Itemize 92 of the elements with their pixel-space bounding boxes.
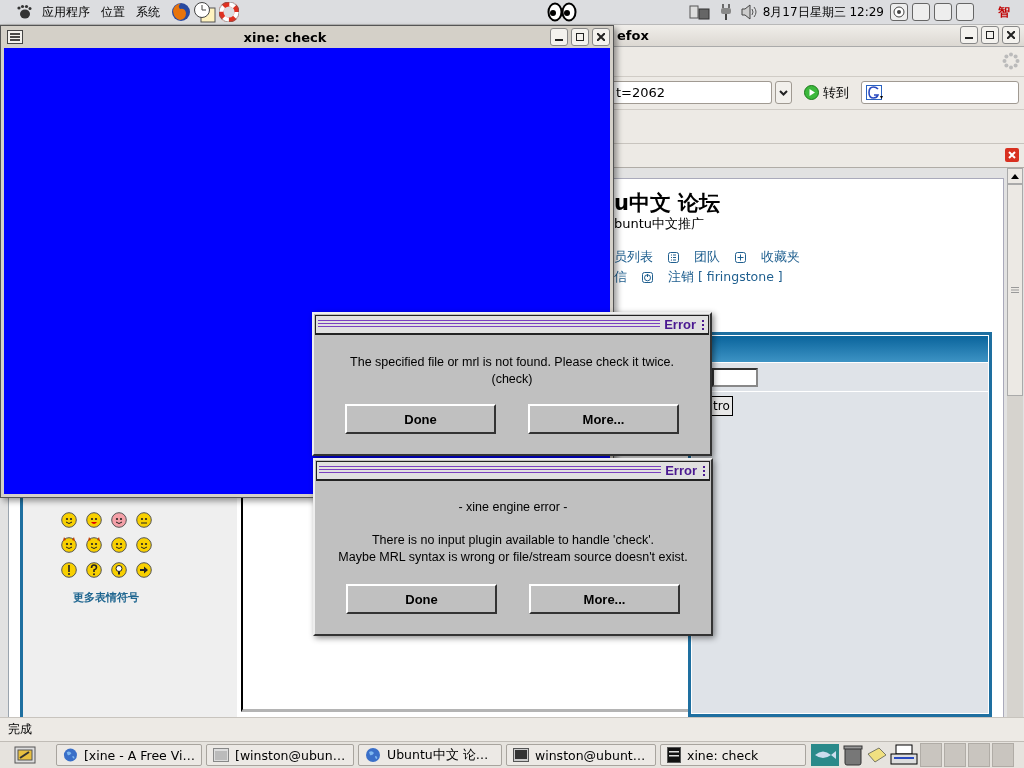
panel-menu[interactable]: 位置 <box>101 3 125 21</box>
taskbar-button[interactable]: [xine - A Free Vi… <box>56 744 202 766</box>
chevron-down-icon <box>779 89 788 96</box>
window-title: efox <box>617 27 649 43</box>
up-arrow-icon[interactable] <box>1011 173 1019 179</box>
maximize-button[interactable] <box>981 26 999 45</box>
nav-link[interactable]: 员列表 <box>614 249 653 266</box>
smiley-icon[interactable] <box>110 537 127 554</box>
radio-icon <box>893 6 905 18</box>
input-field[interactable] <box>712 367 758 387</box>
taskbar-button[interactable]: [winston@ubun… <box>206 744 354 766</box>
error-message: - xine engine error - <box>458 499 568 516</box>
nav-link[interactable]: 信 <box>614 269 627 286</box>
window-icon <box>213 748 229 762</box>
close-button[interactable] <box>1002 26 1020 45</box>
scrollbar-track[interactable] <box>1007 168 1023 718</box>
minimize-button[interactable] <box>960 26 978 45</box>
plug-icon[interactable] <box>718 3 733 21</box>
speaker-icon[interactable] <box>740 4 759 20</box>
video-window-icon <box>667 747 681 763</box>
foot-icon[interactable] <box>16 4 32 20</box>
taskbar-button[interactable]: winston@ubunt… <box>506 744 656 766</box>
panel-clock[interactable]: 8月17日星期三 12:29 <box>762 3 884 21</box>
taskbar-button[interactable]: Ubuntu中文 论… <box>358 744 502 766</box>
dialog-button[interactable]: More... <box>528 404 679 434</box>
window-menu-icon[interactable] <box>7 30 23 44</box>
panel-menu[interactable]: 系统 <box>136 3 160 21</box>
power-icon <box>642 271 653 283</box>
lightbulb-icon[interactable] <box>110 562 127 579</box>
scrollbar-thumb[interactable] <box>1007 184 1023 397</box>
nav-link[interactable]: 收藏夹 <box>761 249 800 266</box>
error-message: The specified file or mrl is not found. Please check it twice. (check) <box>350 354 674 388</box>
lifebuoy-icon[interactable] <box>219 2 239 22</box>
workspace-button[interactable] <box>890 3 908 21</box>
go-button[interactable]: 转到 <box>804 83 849 102</box>
workspace-button[interactable] <box>934 3 952 21</box>
loading-throbber-icon <box>1002 52 1020 71</box>
plus-icon <box>735 251 746 263</box>
dialog-title: Error <box>665 463 697 478</box>
close-tab-icon[interactable] <box>1005 148 1019 163</box>
smiley-icon[interactable] <box>110 512 127 529</box>
search-field[interactable] <box>861 81 1019 105</box>
note-icon[interactable] <box>867 746 887 764</box>
globe-icon <box>63 747 78 763</box>
search-engine-icon[interactable] <box>866 84 886 101</box>
clock-document-icon[interactable] <box>193 1 217 23</box>
smiley-icon[interactable] <box>135 512 152 529</box>
address-field[interactable]: t=2062 <box>614 81 772 105</box>
input-method-indicator[interactable]: 智 <box>998 3 1010 21</box>
network-icon[interactable] <box>688 3 711 21</box>
maximize-icon <box>576 33 584 41</box>
close-icon <box>597 33 605 41</box>
dropdown-button[interactable] <box>775 81 792 105</box>
form-button[interactable]: tro <box>712 396 733 417</box>
close-icon <box>1007 31 1015 40</box>
panel-menu[interactable]: 应用程序 <box>42 3 90 21</box>
status-text: 完成 <box>8 721 32 739</box>
dialog-button[interactable]: More... <box>529 584 680 614</box>
forum-title: u中文 论坛 <box>614 190 722 217</box>
devil-icon[interactable] <box>60 537 77 554</box>
close-button[interactable] <box>592 28 610 46</box>
dialog-button[interactable]: Done <box>346 584 497 614</box>
show-desktop-icon[interactable] <box>14 745 36 765</box>
question-icon[interactable] <box>85 562 102 579</box>
smiley-icon[interactable] <box>60 512 77 529</box>
more-emoticons-link[interactable]: 更多表情符号 <box>73 590 139 606</box>
dialog-button[interactable]: Done <box>345 404 496 434</box>
dialog-title: Error <box>664 317 696 332</box>
trash-icon[interactable] <box>843 744 863 766</box>
printer-icon[interactable] <box>890 744 918 766</box>
devil-icon[interactable] <box>85 537 102 554</box>
nav-link[interactable]: 团队 <box>694 249 720 266</box>
taskbar-button[interactable]: xine: check <box>660 744 806 766</box>
terminal-icon <box>513 748 529 762</box>
maximize-button[interactable] <box>571 28 589 46</box>
forum-subtitle: buntu中文推广 <box>614 216 706 233</box>
smiley-icon[interactable] <box>135 537 152 554</box>
maximize-icon <box>986 31 994 40</box>
error-message: There is no input plugin available to handle 'check'. Maybe MRL syntax is wrong or file/stream source doesn't exist. <box>338 532 688 566</box>
eyes-icon[interactable] <box>546 2 577 22</box>
grip-icon <box>1011 287 1019 294</box>
list-icon <box>668 251 679 263</box>
smiley-icon[interactable] <box>85 512 102 529</box>
minimize-button[interactable] <box>550 28 568 46</box>
exclamation-icon[interactable] <box>60 562 77 579</box>
workspace-button[interactable] <box>912 3 930 21</box>
play-icon <box>804 85 819 101</box>
window-title: xine: check <box>242 29 328 45</box>
workspace-button[interactable] <box>956 3 974 21</box>
globe-icon <box>365 747 381 763</box>
nav-link[interactable]: 注销 [ firingstone ] <box>668 269 783 286</box>
fish-icon[interactable] <box>811 744 839 766</box>
